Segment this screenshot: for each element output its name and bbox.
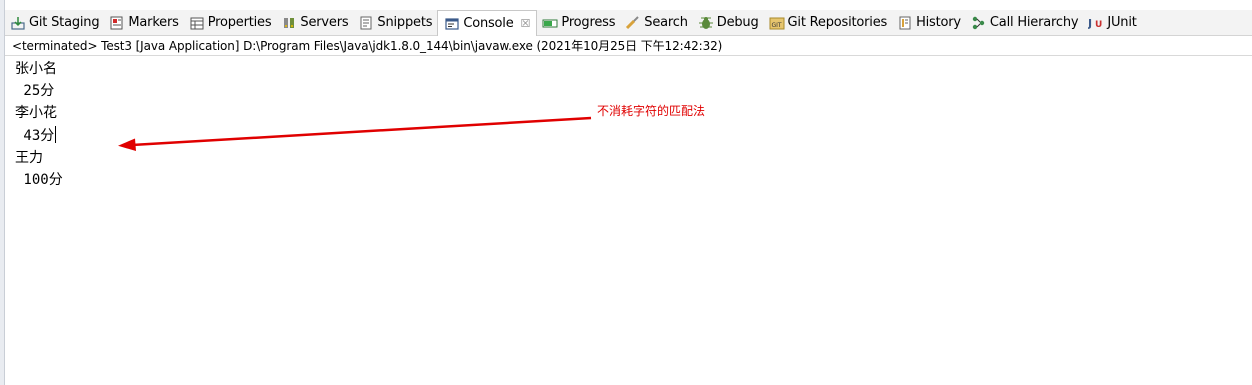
- annotation-arrow: [118, 116, 592, 151]
- annotation-note: 不消耗字符的匹配法: [597, 104, 706, 118]
- annotation-arrow-head: [118, 138, 136, 151]
- annotation-arrow-shaft: [131, 116, 592, 147]
